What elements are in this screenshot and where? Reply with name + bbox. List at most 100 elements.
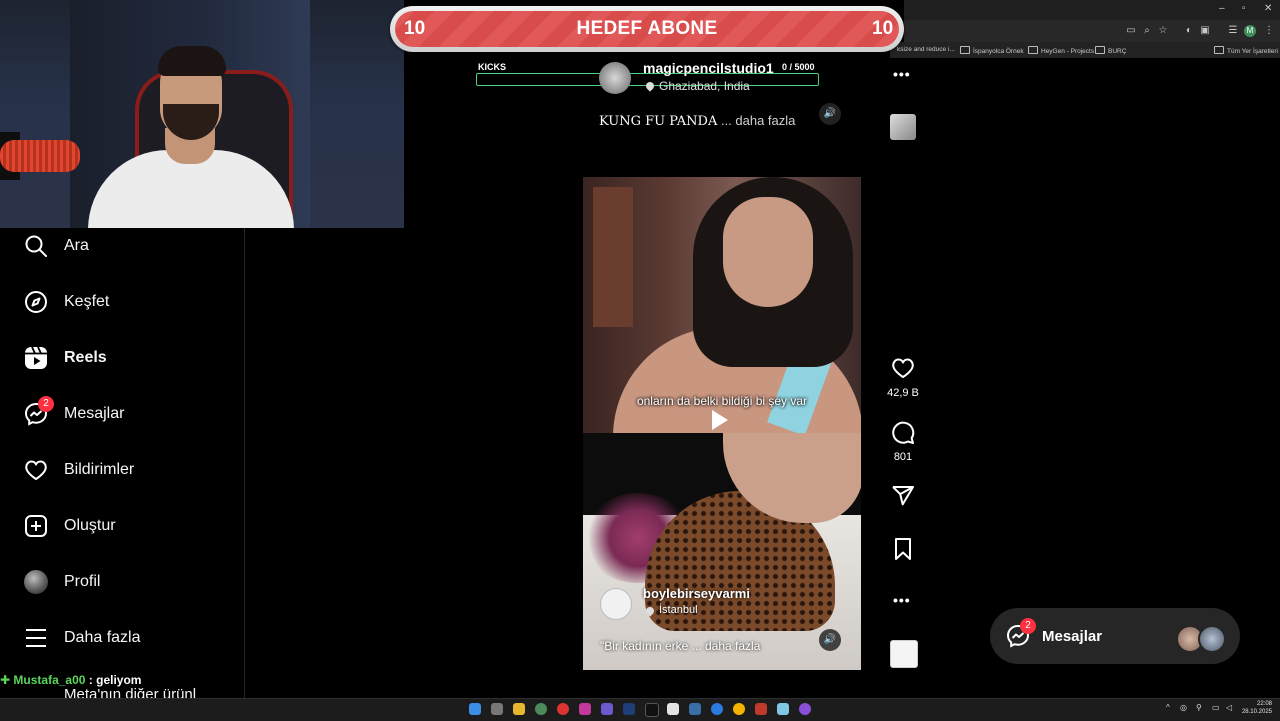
bookmark-item[interactable]: ksize and reduce i...: [897, 46, 955, 53]
volume-icon[interactable]: ◁: [1226, 703, 1232, 712]
reel-location[interactable]: İstanbul: [659, 604, 698, 616]
sidebar-item-search[interactable]: Ara: [24, 226, 234, 266]
edge-icon[interactable]: [711, 703, 723, 715]
sidebar-item-create[interactable]: Oluştur: [24, 506, 234, 546]
save-button[interactable]: [890, 537, 916, 566]
caption-more-link[interactable]: ... daha fazla: [717, 113, 795, 128]
messages-badge: 2: [38, 396, 54, 412]
mute-toggle-button[interactable]: 🔊: [819, 629, 841, 651]
reel-author-username[interactable]: boylebirseyvarmi: [643, 586, 750, 601]
instagram-icon[interactable]: [579, 703, 591, 715]
reel-author-avatar[interactable]: [600, 588, 632, 620]
chevron-up-icon[interactable]: ^: [1166, 703, 1170, 712]
sidebar-item-label: Profil: [64, 573, 101, 590]
chat-text: geliyom: [96, 673, 142, 687]
folder-icon: [1214, 46, 1224, 54]
chat-username: Mustafa_a00: [13, 673, 86, 687]
reel-author-username[interactable]: magicpencilstudio1: [643, 60, 774, 76]
goal-title: HEDEF ABONE: [576, 18, 718, 39]
play-icon: [712, 410, 728, 430]
folder-icon: [1095, 46, 1105, 54]
menu-icon: [24, 626, 48, 650]
play-button[interactable]: [683, 407, 753, 433]
tray-app-icon[interactable]: ⚲: [1196, 703, 1202, 712]
network-icon[interactable]: ▭: [1212, 703, 1220, 712]
extension-icon[interactable]: ◐: [1182, 24, 1196, 38]
chrome-icon[interactable]: [733, 703, 745, 715]
browser-toolbar: [904, 20, 1280, 42]
sidebar-item-reels[interactable]: Reels: [24, 338, 234, 378]
bookmark-item[interactable]: Tüm Yer İşaretleri: [1214, 46, 1278, 55]
notepad-icon[interactable]: [777, 703, 789, 715]
sidebar-item-label: Ara: [64, 237, 89, 254]
like-button[interactable]: [890, 356, 916, 385]
app-icon[interactable]: [667, 703, 679, 715]
obs-icon[interactable]: [799, 703, 811, 715]
reel-caption: KUNG FU PANDA ... daha fazla: [599, 113, 796, 129]
avatar: [1198, 625, 1226, 653]
instagram-sidebar: Ara Keşfet Reels 2 Mesajlar Bildirimler …: [0, 228, 245, 698]
kebab-menu-icon[interactable]: ⋮: [1262, 24, 1276, 38]
messenger-icon: 2: [24, 396, 54, 426]
taskbar: [0, 698, 1280, 721]
browser-profile-avatar[interactable]: M: [1244, 25, 1256, 37]
taskbar-clock[interactable]: 22:08 28.10.2025: [1240, 700, 1272, 716]
close-icon[interactable]: ✕: [1264, 3, 1272, 14]
messenger-icon: 2: [1006, 618, 1036, 648]
zoom-icon[interactable]: ⌕: [1140, 24, 1154, 38]
sidebar-item-profile[interactable]: Profil: [24, 562, 234, 602]
puzzle-icon[interactable]: ▣: [1198, 24, 1212, 38]
caption-more-link[interactable]: ... daha fazla: [688, 639, 761, 653]
sidebar-item-explore[interactable]: Keşfet: [24, 282, 234, 322]
sidebar-item-notifications[interactable]: Bildirimler: [24, 450, 234, 490]
bookmark-item[interactable]: BURÇ: [1095, 46, 1126, 55]
video-subtitle: onların da belki bildiği bi şey var: [636, 394, 808, 408]
sidebar-icon[interactable]: ☰: [1226, 24, 1240, 38]
sidebar-item-meta-products[interactable]: Meta'nın diğer ürünl: [64, 686, 196, 698]
minimize-icon[interactable]: –: [1219, 3, 1225, 14]
goal-target: 10: [872, 18, 894, 39]
discord-icon[interactable]: [601, 703, 613, 715]
tiktok-icon[interactable]: [645, 703, 659, 717]
app-icon[interactable]: [755, 703, 767, 715]
comment-icon: [892, 421, 915, 444]
reel-author-avatar[interactable]: [599, 62, 631, 94]
sidebar-item-more[interactable]: Daha fazla: [24, 618, 234, 658]
compass-icon: [24, 290, 48, 314]
restore-icon[interactable]: ▫: [1242, 3, 1246, 14]
comment-button[interactable]: [890, 421, 916, 450]
chat-separator: :: [85, 673, 97, 687]
windows-start-icon[interactable]: [469, 703, 481, 715]
audio-thumbnail[interactable]: [890, 640, 918, 668]
sidebar-item-label: Oluştur: [64, 517, 116, 534]
more-options-icon[interactable]: •••: [893, 592, 911, 608]
cast-icon[interactable]: ▭: [1124, 24, 1138, 38]
like-count: 42,9 B: [887, 387, 919, 399]
tray-app-icon[interactable]: ◎: [1180, 703, 1187, 712]
bookmark-item[interactable]: HeyGen - Projects: [1028, 46, 1094, 55]
mute-toggle-button[interactable]: 🔊: [819, 103, 841, 125]
bookmark-icon: [895, 538, 911, 560]
share-button[interactable]: [890, 484, 916, 513]
reel-video[interactable]: onların da belki bildiği bi şey var boyl…: [583, 177, 861, 670]
star-icon[interactable]: ☆: [1156, 24, 1170, 38]
app-icon[interactable]: [689, 703, 701, 715]
kicks-label: KICKS: [478, 62, 507, 72]
sidebar-item-messages[interactable]: 2 Mesajlar: [24, 394, 234, 434]
photoshop-icon[interactable]: [623, 703, 635, 715]
chat-plus-icon: ✚: [0, 673, 11, 687]
opera-icon[interactable]: [557, 703, 569, 715]
bookmark-item[interactable]: İspanyolca Örnek: [960, 46, 1024, 55]
reels-icon: [24, 346, 48, 370]
audio-thumbnail[interactable]: [890, 114, 916, 140]
stream-chat-message: ✚ Mustafa_a00 : geliyom: [0, 673, 141, 687]
sidebar-item-label: Daha fazla: [64, 629, 141, 646]
task-view-icon[interactable]: [491, 703, 503, 715]
avatar: [24, 570, 48, 594]
sidebar-item-label: Bildirimler: [64, 461, 135, 478]
more-options-icon[interactable]: •••: [893, 66, 911, 82]
reel-location[interactable]: Ghaziabad, India: [659, 79, 750, 93]
reel-caption: "Bir kadının erke ... daha fazla: [600, 639, 761, 653]
file-explorer-icon[interactable]: [513, 703, 525, 715]
app-icon[interactable]: [535, 703, 547, 715]
